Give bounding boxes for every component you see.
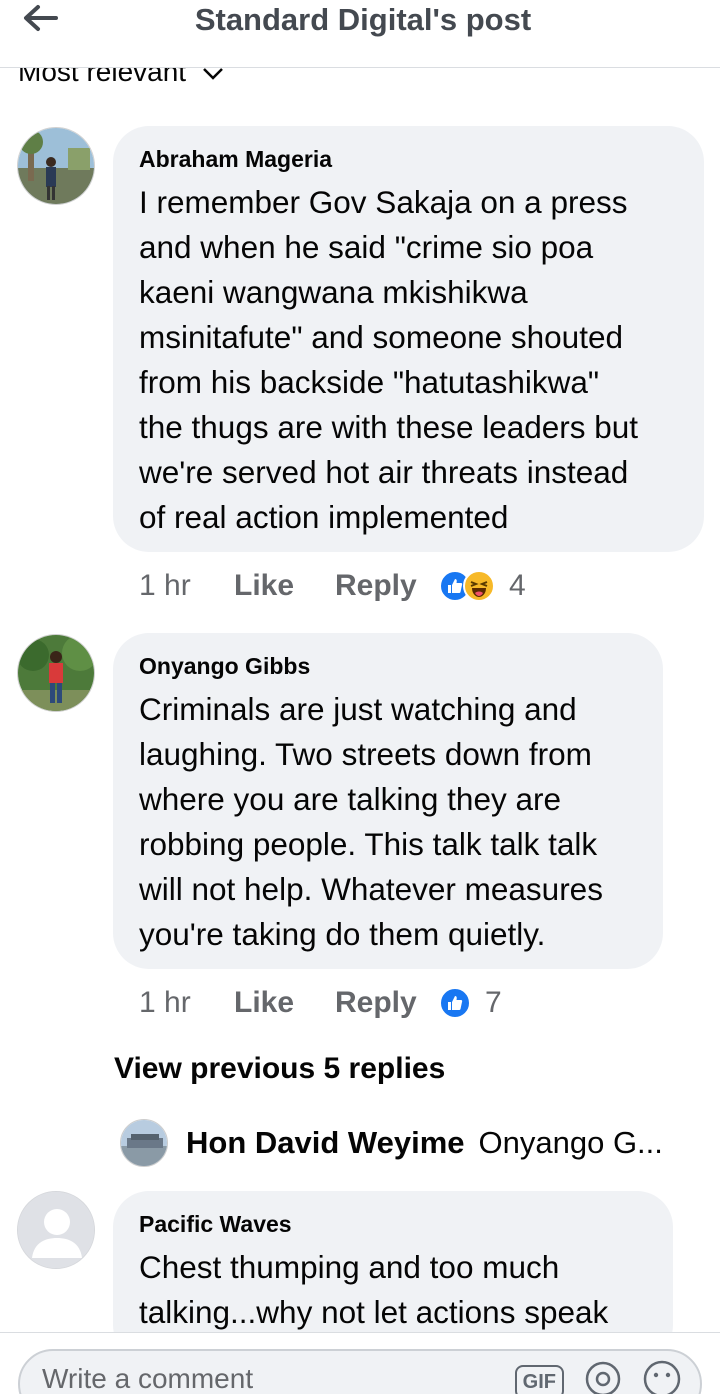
- comment-bubble[interactable]: Abraham Mageria I remember Gov Sakaja on…: [113, 126, 704, 552]
- comment-line: Chest thumping and too much: [139, 1249, 560, 1285]
- comment-line: I remember Gov Sakaja on a press: [139, 184, 628, 220]
- like-button[interactable]: Like: [234, 986, 335, 1020]
- comment-placeholder: Write a comment: [42, 1363, 254, 1394]
- view-previous-replies-link[interactable]: View previous 5 replies: [114, 1052, 445, 1086]
- avatar: [120, 1119, 168, 1167]
- comment-line: kaeni wangwana mkishikwa: [139, 274, 528, 310]
- comment-line: we're served hot air threats instead: [139, 454, 629, 490]
- comment-line: robbing people. This talk talk talk: [139, 826, 598, 862]
- avatar[interactable]: [17, 127, 95, 205]
- comment-line: Criminals are just watching and: [139, 691, 577, 727]
- emoji-icon[interactable]: [642, 1359, 682, 1394]
- comment-actions: 1 hr Like Reply 4: [139, 566, 526, 606]
- comment-time[interactable]: 1 hr: [139, 986, 234, 1020]
- comment-author[interactable]: Pacific Waves: [139, 1209, 647, 1239]
- reaction-summary[interactable]: 7: [439, 986, 502, 1020]
- sticker-icon[interactable]: [584, 1360, 622, 1394]
- composer-icons: GIF: [514, 1359, 682, 1394]
- comment-line: the thugs are with these leaders but: [139, 409, 639, 445]
- reply-button[interactable]: Reply: [335, 569, 439, 603]
- comment-line: of real action implemented: [139, 499, 509, 535]
- avatar[interactable]: [17, 634, 95, 712]
- reply-button[interactable]: Reply: [335, 986, 439, 1020]
- comment-text: Chest thumping and too much talking...wh…: [139, 1245, 647, 1335]
- comment-author[interactable]: Onyango Gibbs: [139, 651, 637, 681]
- comment-line: laughing. Two streets down from: [139, 736, 592, 772]
- comment-actions: 1 hr Like Reply 7: [139, 983, 502, 1023]
- reply-preview[interactable]: Hon David Weyime Onyango G...: [120, 1117, 663, 1169]
- comment-line: you're taking do them quietly.: [139, 916, 546, 952]
- comment-line: msinitafute" and someone shouted: [139, 319, 623, 355]
- comment-author[interactable]: Abraham Mageria: [139, 144, 678, 174]
- avatar[interactable]: [17, 1191, 95, 1269]
- comment-line: will not help. Whatever measures: [139, 871, 603, 907]
- reaction-count: 7: [485, 986, 502, 1019]
- reply-snippet: Onyango G...: [478, 1125, 663, 1160]
- page-title: Standard Digital's post: [194, 2, 532, 37]
- comment-composer: Write a comment GIF: [0, 1332, 720, 1394]
- comment-line: talking...why not let actions speak: [139, 1294, 609, 1330]
- comment-line: and when he said "crime sio poa: [139, 229, 594, 265]
- comment-text: Criminals are just watching and laughing…: [139, 687, 637, 957]
- reaction-count: 4: [509, 569, 526, 602]
- haha-icon: [463, 570, 495, 602]
- like-icon: [439, 987, 471, 1019]
- like-button[interactable]: Like: [234, 569, 335, 603]
- comment-line: where you are talking they are: [139, 781, 561, 817]
- comment-input[interactable]: Write a comment GIF: [18, 1349, 702, 1394]
- comment-time[interactable]: 1 hr: [139, 569, 234, 603]
- top-header: Standard Digital's post: [0, 0, 720, 68]
- comment-line: from his backside "hatutashikwa": [139, 364, 600, 400]
- comment-bubble[interactable]: Onyango Gibbs Criminals are just watchin…: [113, 633, 663, 969]
- comment-text: I remember Gov Sakaja on a press and whe…: [139, 180, 678, 540]
- reaction-summary[interactable]: 4: [439, 569, 526, 603]
- reply-author: Hon David Weyime: [186, 1125, 465, 1160]
- gif-icon[interactable]: GIF: [514, 1364, 564, 1394]
